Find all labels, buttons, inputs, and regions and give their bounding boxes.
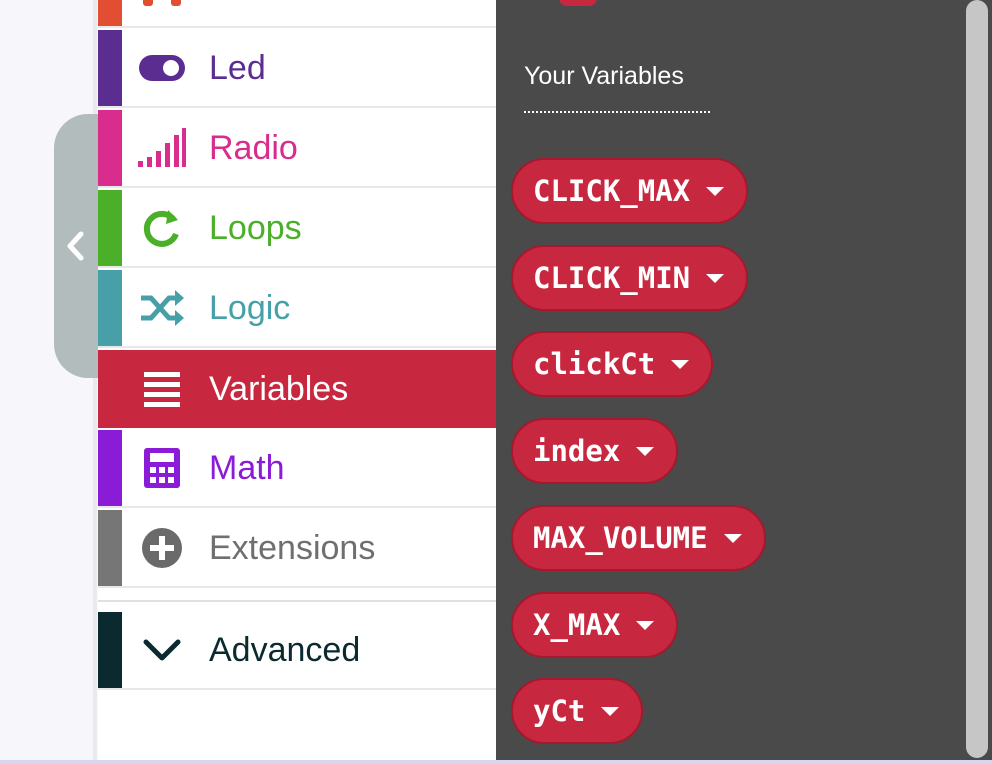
category-color-strip [98, 190, 122, 266]
title-underline [524, 111, 710, 113]
bottom-border [0, 760, 992, 764]
dropdown-caret-icon[interactable] [636, 446, 655, 456]
category-music[interactable]: Music [98, 0, 496, 28]
category-color-strip [98, 30, 122, 106]
category-color-strip [98, 270, 122, 346]
variable-block[interactable]: clickCt [511, 331, 714, 397]
category-label: Extensions [209, 529, 376, 567]
variable-block[interactable]: MAX_VOLUME [511, 505, 766, 571]
shuffle-icon [136, 286, 188, 330]
calculator-icon [136, 446, 188, 490]
dropdown-caret-icon[interactable] [671, 359, 690, 369]
dropdown-caret-icon[interactable] [723, 533, 742, 543]
block-stub [559, 0, 597, 6]
loop-arrow-icon [136, 206, 188, 250]
variable-name: X_MAX [533, 608, 621, 642]
variable-block[interactable]: X_MAX [511, 592, 679, 658]
category-color-strip [98, 110, 122, 186]
flyout-title: Your Variables [524, 62, 684, 90]
variable-block[interactable]: index [511, 418, 679, 484]
category-label: Advanced [209, 631, 361, 669]
variable-name: CLICK_MIN [533, 261, 691, 295]
category-math[interactable]: Math [98, 430, 496, 508]
collapse-toolbox-button[interactable] [54, 114, 104, 378]
list-lines-icon [136, 367, 188, 411]
plus-circle-icon [136, 526, 188, 570]
category-radio[interactable]: Radio [98, 110, 496, 188]
variables-flyout: Your Variables CLICK_MAX CLICK_MIN click… [496, 0, 992, 764]
category-loops[interactable]: Loops [98, 190, 496, 268]
toggle-icon [136, 46, 188, 90]
toolbox-separator [98, 600, 496, 602]
category-color-strip [98, 612, 122, 688]
variable-block[interactable]: yCt [511, 678, 644, 744]
chevron-down-icon [136, 628, 188, 672]
variable-block[interactable]: CLICK_MAX [511, 158, 749, 224]
category-extensions[interactable]: Extensions [98, 510, 496, 588]
category-color-strip [98, 0, 122, 26]
category-label: Led [209, 49, 266, 87]
dropdown-caret-icon[interactable] [706, 186, 725, 196]
variable-name: MAX_VOLUME [533, 521, 708, 555]
category-label: Variables [209, 370, 349, 408]
headphones-icon [136, 0, 188, 10]
category-led[interactable]: Led [98, 30, 496, 108]
category-label: Loops [209, 209, 302, 247]
variable-name: CLICK_MAX [533, 174, 691, 208]
dropdown-caret-icon[interactable] [636, 620, 655, 630]
flyout-scrollbar[interactable] [966, 0, 988, 758]
category-advanced[interactable]: Advanced [98, 612, 496, 690]
category-color-strip [98, 350, 122, 428]
variable-name: yCt [533, 694, 586, 728]
variable-block[interactable]: CLICK_MIN [511, 245, 749, 311]
category-color-strip [98, 430, 122, 506]
category-logic[interactable]: Logic [98, 270, 496, 348]
category-label: Math [209, 449, 285, 487]
category-variables[interactable]: Variables [98, 350, 496, 428]
category-label: Music [209, 0, 298, 8]
category-color-strip [98, 510, 122, 586]
category-label: Logic [209, 289, 291, 327]
toolbox: Music Led Radio Loops Logic [98, 0, 496, 764]
variable-name: clickCt [533, 347, 656, 381]
variable-name: index [533, 434, 621, 468]
category-label: Radio [209, 129, 298, 167]
chevron-left-icon [67, 231, 84, 261]
signal-bars-icon [136, 126, 188, 170]
dropdown-caret-icon[interactable] [601, 706, 620, 716]
dropdown-caret-icon[interactable] [706, 273, 725, 283]
